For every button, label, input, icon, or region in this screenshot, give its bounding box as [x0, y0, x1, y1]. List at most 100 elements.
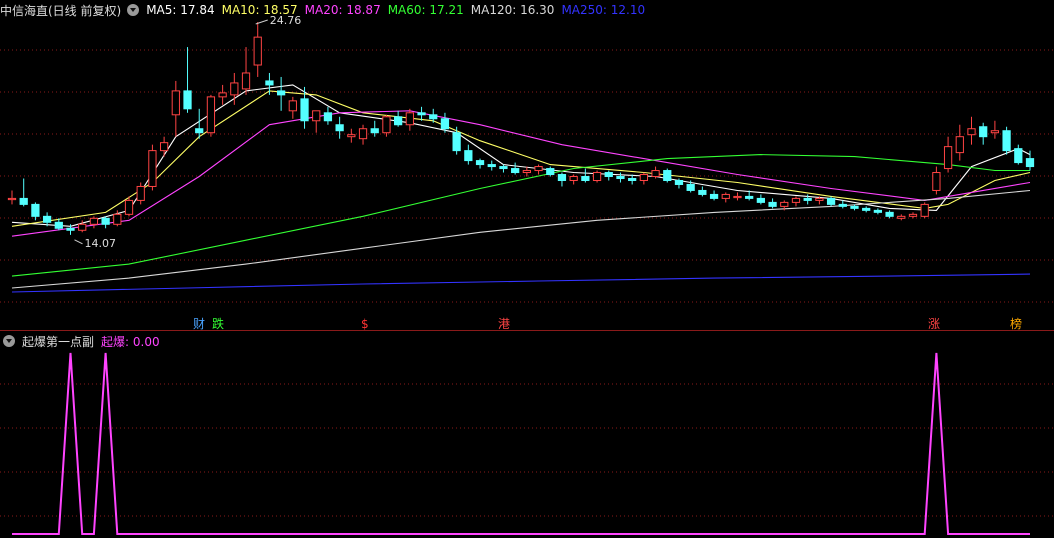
candle-body-up: [78, 223, 87, 231]
candle-body-down: [66, 227, 75, 231]
candle-body-up: [569, 176, 578, 181]
candle-body-up: [733, 195, 742, 199]
candle-body-up: [639, 174, 648, 181]
event-marker: 榜: [1010, 316, 1022, 331]
candle-body-up: [89, 217, 99, 225]
candle-body-up: [920, 203, 929, 217]
low-price-label: 14.07: [85, 237, 117, 250]
candle-body-down: [581, 176, 590, 181]
price-chart[interactable]: 24.76 14.07 财跌 $ 港 涨 榜: [0, 0, 1054, 538]
high-price-label: 24.76: [270, 14, 302, 27]
panel-divider: [0, 330, 1054, 331]
candle-body-down: [698, 189, 707, 195]
candle-body-down: [557, 174, 567, 181]
candle-body-down: [1025, 158, 1035, 168]
candle-body-down: [1014, 148, 1023, 164]
candle-body-down: [885, 211, 894, 217]
candle-body-up: [136, 185, 145, 201]
candle-body-up: [288, 100, 297, 112]
ma-line-ma60: [11, 154, 1030, 277]
candle-body-down: [873, 209, 883, 213]
candle-body-down: [499, 166, 508, 170]
ma-line-ma20: [11, 110, 1031, 237]
candle-body-up: [347, 134, 356, 138]
candle-body-down: [616, 176, 625, 180]
candle-body-up: [721, 193, 730, 199]
event-marker: 港: [498, 317, 510, 331]
candle-body-down: [546, 168, 555, 176]
candle-body-down: [417, 112, 426, 116]
candle-body-down: [323, 112, 333, 122]
candle-body-down: [31, 203, 40, 217]
candle-body-down: [838, 203, 847, 207]
candle-body-down: [54, 221, 63, 229]
indicator-value: 起爆: 0.00: [101, 334, 160, 349]
candle-body-down: [370, 128, 379, 134]
ma-line-ma120: [11, 189, 1031, 289]
candle-body-up: [241, 72, 251, 90]
candle-body-down: [475, 160, 485, 166]
candle-body-up: [534, 166, 543, 172]
candle-body-down: [276, 90, 286, 96]
candle-body-up: [218, 92, 227, 98]
candle-body-down: [745, 195, 754, 199]
candle-body-down: [487, 164, 496, 168]
candle-body-up: [124, 199, 134, 215]
candle-body-up: [405, 112, 414, 126]
candle-body-down: [979, 126, 988, 138]
candle-body-down: [394, 116, 403, 126]
candle-body-down: [440, 118, 450, 130]
candle-body-down: [429, 114, 438, 120]
candle-body-up: [955, 136, 964, 154]
candle-body-up: [908, 213, 918, 217]
candle-body-down: [42, 215, 52, 223]
chevron-down-icon[interactable]: [3, 335, 15, 347]
candle-body-down: [850, 205, 859, 209]
indicator-header: 起爆第一点副 起爆: 0.00: [0, 332, 167, 350]
candle-body-down: [195, 128, 204, 134]
candle-body-down: [663, 170, 672, 181]
candle-body-up: [159, 142, 169, 152]
candle-body-up: [967, 128, 976, 136]
candle-body-down: [756, 197, 766, 203]
candle-body-up: [206, 96, 216, 134]
candle-body-up: [382, 116, 391, 134]
candle-body-down: [335, 124, 344, 132]
candle-body-down: [674, 179, 684, 185]
event-marker: $: [361, 317, 369, 331]
candle-body-up: [253, 36, 262, 66]
candle-body-up: [592, 172, 602, 181]
signal-line: [12, 352, 1030, 535]
candle-body-up: [897, 215, 906, 219]
candle-body-down: [862, 207, 871, 211]
candle-body-down: [265, 80, 274, 86]
event-marker: 涨: [928, 316, 940, 331]
event-marker: 财: [193, 317, 205, 331]
candle-body-down: [686, 183, 695, 191]
candle-body-down: [101, 217, 110, 225]
candle-body-up: [230, 82, 239, 96]
candle-body-down: [709, 193, 719, 199]
candle-body-up: [791, 197, 801, 203]
candle-body-up: [7, 197, 17, 201]
candle-body-down: [19, 197, 28, 205]
candle-body-up: [651, 170, 660, 178]
candle-body-down: [464, 150, 473, 162]
candle-body-up: [358, 128, 368, 140]
candle-body-down: [604, 172, 613, 178]
candle-body-down: [768, 201, 777, 207]
candle-body-up: [815, 197, 824, 201]
candle-body-up: [113, 213, 122, 225]
low-pointer: [74, 239, 83, 245]
candle-body-down: [452, 132, 461, 152]
ma-line-ma250: [11, 273, 1031, 293]
candle-body-down: [300, 98, 309, 122]
candle-body-up: [171, 90, 180, 116]
candle-body-up: [522, 170, 531, 174]
candle-body-down: [826, 197, 836, 205]
candle-body-down: [511, 168, 520, 174]
event-marker: 跌: [212, 316, 224, 331]
candle-body-down: [183, 90, 192, 110]
candle-body-down: [628, 178, 637, 181]
indicator-title: 起爆第一点副: [22, 334, 95, 349]
